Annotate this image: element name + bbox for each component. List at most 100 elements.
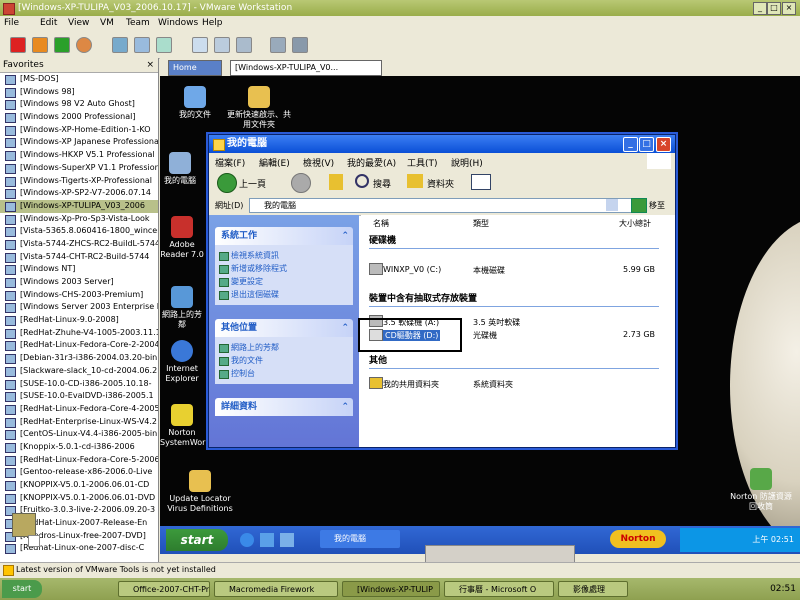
minimize-button[interactable]: _ — [753, 2, 767, 15]
favorite-vm-item[interactable]: [Slackware-slack_10-cd-2004.06.2 — [0, 365, 158, 378]
norton-tray-bubble[interactable]: Norton — [610, 530, 666, 548]
task-pane-link[interactable]: 變更設定 — [215, 275, 353, 288]
menu-view[interactable]: View — [68, 18, 89, 28]
host-task-vmware[interactable]: [Windows-XP-TULIP — [342, 581, 440, 597]
quick-switch-icon[interactable] — [214, 37, 230, 53]
explorer-menu-file[interactable]: 檔案(F) — [215, 156, 245, 169]
column-name[interactable]: 名稱 — [373, 217, 389, 231]
close-button[interactable]: × — [782, 2, 796, 15]
favorite-vm-item[interactable]: [SUSE-10.0-EvalDVD-i386-2005.1 — [0, 390, 158, 403]
favorite-vm-item[interactable]: [RedHat-Linux-Fedora-Core-5-2006 — [0, 454, 158, 467]
menu-edit[interactable]: Edit — [40, 18, 57, 28]
favorite-vm-item[interactable]: [KNOPPIX-V5.0.1-2006.06.01-DVD — [0, 492, 158, 505]
favorite-vm-item[interactable]: [Windows-XP-SP2-V7-2006.07.14 — [0, 187, 158, 200]
favorite-vm-item[interactable]: [Windows NT] — [0, 263, 158, 276]
explorer-menu-favorites[interactable]: 我的最愛(A) — [347, 156, 396, 169]
status-message[interactable]: Latest version of VMware Tools is not ye… — [16, 563, 216, 577]
menu-team[interactable]: Team — [126, 18, 150, 28]
quick-launch-desktop-icon[interactable] — [260, 533, 274, 547]
favorite-vm-item[interactable]: [Windows-XP-TULIPA_V03_2006 — [0, 199, 158, 213]
column-type[interactable]: 類型 — [473, 217, 489, 231]
favorite-vm-item[interactable]: [Windows 2003 Server] — [0, 276, 158, 289]
desktop-icon-internet-explorer[interactable]: Internet Explorer — [160, 340, 204, 384]
drive-c-name[interactable]: WINXP_V0 (C:) — [383, 265, 441, 274]
desktop-icon-network-places[interactable]: 網路上的芳鄰 — [160, 286, 204, 330]
favorite-vm-item[interactable]: [Gentoo-release-x86-2006.0-Live — [0, 466, 158, 479]
desktop-icon-adobe-reader[interactable]: Adobe Reader 7.0 — [160, 216, 204, 260]
favorite-vm-item[interactable]: [SUSE-10.0-CD-i386-2005.10.18- — [0, 378, 158, 391]
vmware-tools-floating-bar[interactable] — [425, 545, 575, 563]
favorite-vm-item[interactable]: [Windows-Tigerts-XP-Professional — [0, 175, 158, 188]
back-icon[interactable] — [217, 173, 237, 193]
menu-file[interactable]: File — [4, 18, 19, 28]
task-pane-link[interactable]: 退出這個磁碟 — [215, 288, 353, 301]
favorite-vm-item[interactable]: [Windows-CHS-2003-Premium] — [0, 289, 158, 302]
task-pane-heading[interactable]: 其他位置 ⌃ — [215, 319, 353, 337]
up-folder-icon[interactable] — [329, 174, 343, 190]
favorite-vm-item[interactable]: [RedHat-Enterprise-Linux-WS-V4.2 — [0, 416, 158, 429]
go-label[interactable]: 移至 — [649, 200, 665, 211]
go-icon[interactable] — [631, 198, 647, 213]
close-favorites-icon[interactable]: × — [146, 58, 154, 72]
favorite-vm-item[interactable]: [Windows-XP Japanese Professional — [0, 136, 158, 149]
forward-icon[interactable] — [291, 173, 311, 193]
collapse-chevron-icon[interactable]: ⌃ — [341, 227, 349, 245]
desktop-icon-my-computer[interactable]: 我的電腦 — [160, 152, 200, 186]
task-pane-link[interactable]: 檢視系統資訊 — [215, 249, 353, 262]
desktop-icon-recycle-bin[interactable]: Norton 防護資源回收筒 — [728, 468, 794, 512]
snapshot-icon[interactable] — [112, 37, 128, 53]
favorite-vm-item[interactable]: [CentOS-Linux-V4.4-i386-2005-bin — [0, 428, 158, 441]
address-dropdown-icon[interactable] — [606, 199, 618, 211]
guest-start-button[interactable]: start — [166, 529, 228, 551]
search-icon[interactable] — [355, 174, 369, 188]
maximize-button[interactable]: □ — [767, 2, 781, 15]
menu-help[interactable]: Help — [202, 18, 223, 28]
favorite-vm-item[interactable]: [RedHat-Linux-9.0-2008] — [0, 314, 158, 327]
favorite-vm-item[interactable]: [Vista-5744-CHT-RC2-Build-5744 — [0, 251, 158, 264]
host-task-fireworks[interactable]: Macromedia Firework — [214, 581, 338, 597]
favorite-vm-item[interactable]: [Vista-5365.8.060416-1800_wincent — [0, 225, 158, 238]
desktop-icon-shared-folder[interactable]: 更新快速啟示、共用文件夾 — [224, 86, 294, 130]
desktop-icon-my-documents[interactable]: 我的文件 — [160, 86, 230, 120]
quick-launch-media-icon[interactable] — [280, 533, 294, 547]
quick-launch-ie-icon[interactable] — [240, 533, 254, 547]
explorer-menu-edit[interactable]: 編輯(E) — [259, 156, 290, 169]
host-task-office[interactable]: Office-2007-CHT-Pro — [118, 581, 210, 597]
shared-folder-name[interactable]: 我的共用資料夾 — [383, 379, 439, 390]
favorite-vm-item[interactable]: [KNOPPIX-V5.0.1-2006.06.01-CD — [0, 479, 158, 492]
tab-vm-tulipa[interactable]: [Windows-XP-TULIPA_V0... — [230, 60, 382, 76]
favorite-vm-item[interactable]: [Windows-Xp-Pro-Sp3-Vista-Look — [0, 213, 158, 226]
show-favorites-icon[interactable] — [192, 37, 208, 53]
favorite-vm-item[interactable]: [Vista-5744-ZHCS-RC2-BuildL-5744 — [0, 238, 158, 251]
host-task-outlook[interactable]: 行事曆 - Microsoft O — [444, 581, 554, 597]
desktop-icon-norton-systemworks[interactable]: Norton SystemWorks — [160, 404, 214, 448]
host-start-button[interactable]: start — [2, 580, 42, 598]
favorite-vm-item[interactable]: [RedHat-Linux-Fedora-Core-2-2004 — [0, 339, 158, 352]
favorite-vm-item[interactable]: [RedHat-Linux-Fedora-Core-4-2005 — [0, 403, 158, 416]
task-pane-link[interactable]: 我的文件 — [215, 354, 353, 367]
task-pane-link[interactable]: 網路上的芳鄰 — [215, 341, 353, 354]
console-view-icon[interactable] — [292, 37, 308, 53]
favorite-vm-item[interactable]: [Windows 98] — [0, 86, 158, 99]
favorite-vm-item[interactable]: [MS-DOS] — [0, 73, 158, 86]
task-pane-heading[interactable]: 系統工作 ⌃ — [215, 227, 353, 245]
back-label[interactable]: 上一頁 — [239, 177, 266, 190]
favorite-vm-item[interactable]: [Windows-XP-Home-Edition-1-KO — [0, 124, 158, 137]
explorer-close-button[interactable]: × — [656, 137, 671, 152]
summary-view-icon[interactable] — [270, 37, 286, 53]
favorite-vm-item[interactable]: [Windows-HKXP V5.1 Professional — [0, 149, 158, 162]
favorite-vm-item[interactable]: [Windows 2000 Professional] — [0, 111, 158, 124]
favorite-vm-item[interactable]: [Knoppix-5.0.1-cd-i386-2006 — [0, 441, 158, 454]
address-input[interactable]: 我的電腦 — [249, 198, 635, 213]
task-pane-link[interactable]: 新增或移除程式 — [215, 262, 353, 275]
favorite-vm-item[interactable]: [Windows Server 2003 Enterprise E — [0, 301, 158, 314]
power-on-icon[interactable] — [54, 37, 70, 53]
power-off-icon[interactable] — [10, 37, 26, 53]
taskbar-my-computer[interactable]: 我的電腦 — [320, 530, 400, 548]
search-label[interactable]: 搜尋 — [373, 177, 391, 190]
tab-home[interactable]: Home — [168, 60, 222, 76]
views-icon[interactable] — [471, 174, 491, 190]
favorite-vm-item[interactable]: [Windows-SuperXP V1.1 Professional — [0, 162, 158, 175]
favorite-vm-item[interactable]: [RedHat-Zhuhe-V4-1005-2003.11.15 — [0, 327, 158, 340]
explorer-menu-tools[interactable]: 工具(T) — [407, 156, 438, 169]
